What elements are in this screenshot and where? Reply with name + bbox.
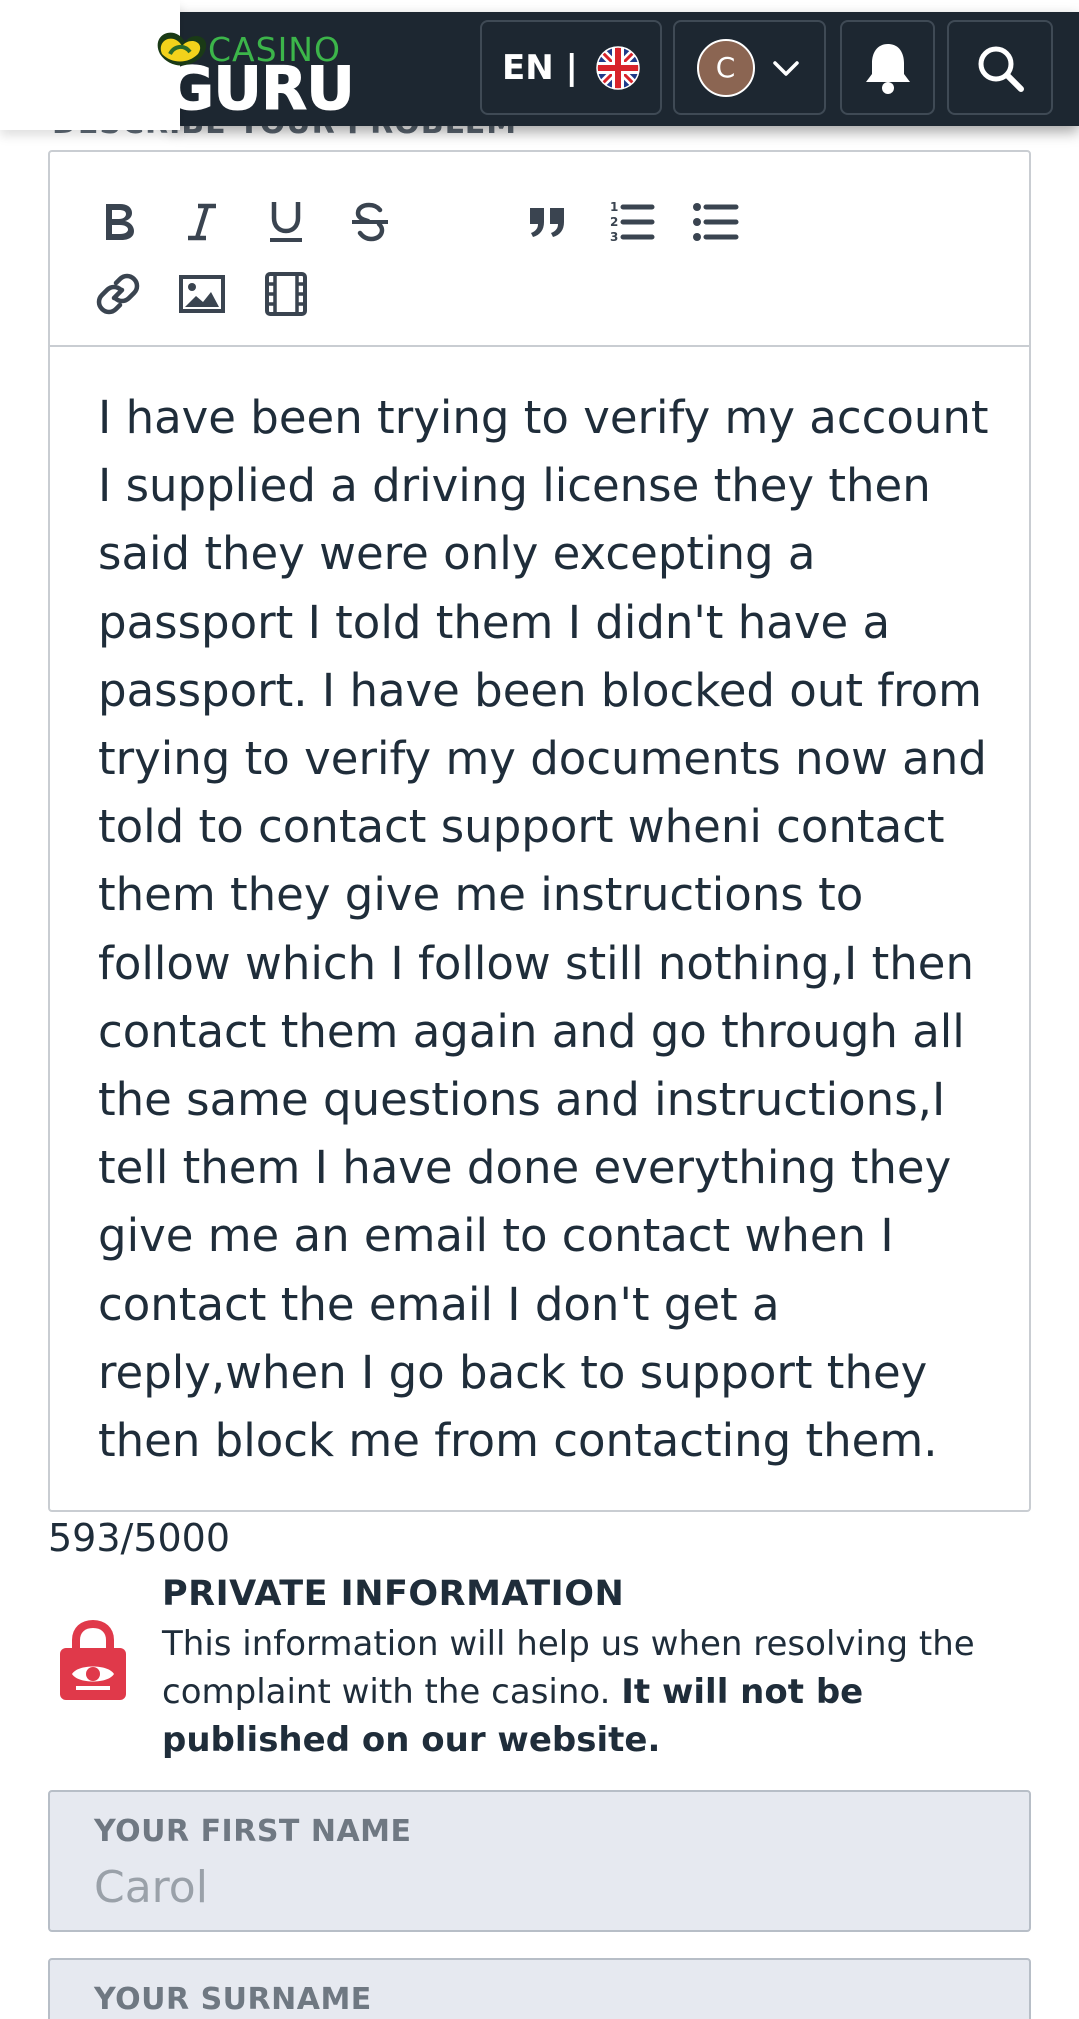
casino-guru-logo[interactable]: CASINO GURU [140,20,355,125]
image-icon [179,275,225,313]
private-info-text: This information will help us when resol… [162,1620,1042,1764]
image-button[interactable] [172,264,232,324]
site-header: CASINO GURU EN | C [0,0,1079,130]
video-icon [265,272,307,316]
quote-icon [530,208,564,237]
underline-button[interactable] [256,192,316,252]
search-button[interactable] [947,20,1053,115]
link-button[interactable] [88,264,148,324]
italic-button[interactable] [172,192,232,252]
ordered-list-button[interactable]: 123 [602,192,662,252]
character-counter: 593/5000 [48,1516,231,1560]
svg-text:2: 2 [610,215,618,229]
avatar: C [696,38,755,97]
ordered-list-icon: 123 [610,200,655,244]
user-menu-button[interactable]: C [673,20,826,115]
svg-text:3: 3 [610,230,618,244]
surname-label: YOUR SURNAME [94,1982,372,2017]
lock-icon [60,1620,126,1700]
link-icon [96,273,140,315]
italic-icon [188,203,216,241]
editor-toolbar: 123 [50,152,1029,347]
bold-button[interactable] [88,192,148,252]
uk-flag-icon [596,45,640,90]
chevron-down-icon [772,60,799,76]
underline-icon [270,202,302,242]
notifications-button[interactable] [840,20,935,115]
description-editor: 123 I have been trying to verify my acco… [48,150,1031,1512]
first-name-input[interactable] [94,1862,974,1913]
video-button[interactable] [256,264,316,324]
bullet-list-button[interactable] [686,192,746,252]
bold-icon [106,204,134,240]
quote-button[interactable] [518,192,578,252]
first-name-label: YOUR FIRST NAME [94,1814,412,1849]
strikethrough-button[interactable] [340,192,400,252]
bullet-list-icon [693,203,739,241]
bell-icon [865,43,910,94]
svg-text:1: 1 [610,200,618,214]
description-textarea[interactable]: I have been trying to verify my account … [98,384,998,1475]
language-selector-button[interactable]: EN | [480,20,662,115]
private-info-title: PRIVATE INFORMATION [162,1574,625,1614]
surname-field[interactable]: YOUR SURNAME [48,1958,1031,2019]
strikethrough-icon [352,202,388,242]
first-name-field[interactable]: YOUR FIRST NAME [48,1790,1031,1932]
search-icon [978,46,1024,92]
logo-guru-text: GURU [165,54,356,125]
language-label: EN | [502,47,578,88]
